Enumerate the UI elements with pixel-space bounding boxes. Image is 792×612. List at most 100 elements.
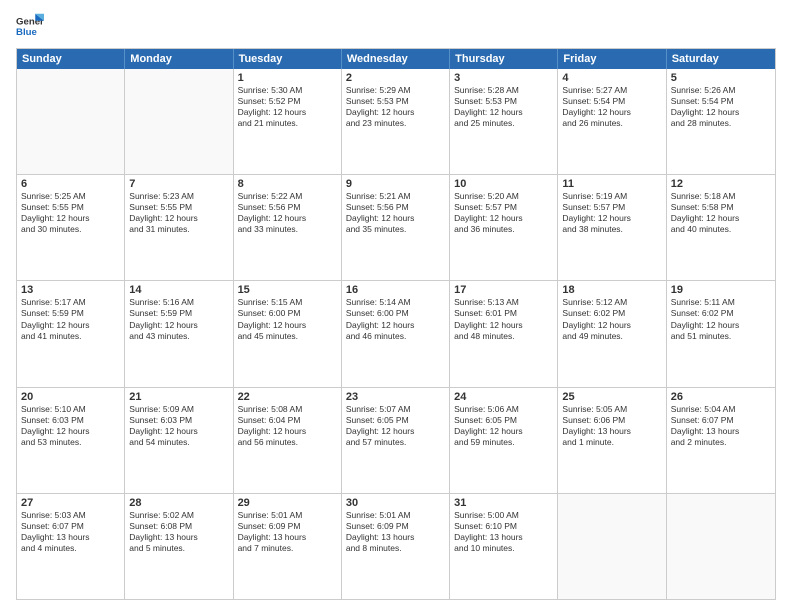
calendar-cell: 10Sunrise: 5:20 AM Sunset: 5:57 PM Dayli… bbox=[450, 175, 558, 280]
day-details: Sunrise: 5:11 AM Sunset: 6:02 PM Dayligh… bbox=[671, 297, 771, 341]
day-number: 19 bbox=[671, 284, 771, 296]
day-details: Sunrise: 5:18 AM Sunset: 5:58 PM Dayligh… bbox=[671, 191, 771, 235]
day-details: Sunrise: 5:19 AM Sunset: 5:57 PM Dayligh… bbox=[562, 191, 661, 235]
calendar-cell: 8Sunrise: 5:22 AM Sunset: 5:56 PM Daylig… bbox=[234, 175, 342, 280]
day-number: 4 bbox=[562, 72, 661, 84]
weekday-header: Tuesday bbox=[234, 49, 342, 69]
calendar-cell: 23Sunrise: 5:07 AM Sunset: 6:05 PM Dayli… bbox=[342, 388, 450, 493]
logo-icon: General Blue bbox=[16, 12, 44, 40]
day-number: 31 bbox=[454, 497, 553, 509]
calendar-cell bbox=[125, 69, 233, 174]
calendar-cell: 24Sunrise: 5:06 AM Sunset: 6:05 PM Dayli… bbox=[450, 388, 558, 493]
calendar-cell: 26Sunrise: 5:04 AM Sunset: 6:07 PM Dayli… bbox=[667, 388, 775, 493]
day-details: Sunrise: 5:10 AM Sunset: 6:03 PM Dayligh… bbox=[21, 404, 120, 448]
day-number: 24 bbox=[454, 391, 553, 403]
calendar-cell: 28Sunrise: 5:02 AM Sunset: 6:08 PM Dayli… bbox=[125, 494, 233, 599]
day-number: 29 bbox=[238, 497, 337, 509]
day-number: 1 bbox=[238, 72, 337, 84]
calendar-cell: 21Sunrise: 5:09 AM Sunset: 6:03 PM Dayli… bbox=[125, 388, 233, 493]
calendar-cell: 4Sunrise: 5:27 AM Sunset: 5:54 PM Daylig… bbox=[558, 69, 666, 174]
day-number: 13 bbox=[21, 284, 120, 296]
calendar-cell: 29Sunrise: 5:01 AM Sunset: 6:09 PM Dayli… bbox=[234, 494, 342, 599]
calendar-cell bbox=[558, 494, 666, 599]
day-details: Sunrise: 5:05 AM Sunset: 6:06 PM Dayligh… bbox=[562, 404, 661, 448]
day-number: 27 bbox=[21, 497, 120, 509]
weekday-header: Thursday bbox=[450, 49, 558, 69]
day-number: 12 bbox=[671, 178, 771, 190]
day-number: 21 bbox=[129, 391, 228, 403]
calendar-row: 27Sunrise: 5:03 AM Sunset: 6:07 PM Dayli… bbox=[17, 493, 775, 599]
header: General Blue bbox=[16, 12, 776, 40]
calendar-cell: 20Sunrise: 5:10 AM Sunset: 6:03 PM Dayli… bbox=[17, 388, 125, 493]
calendar-row: 13Sunrise: 5:17 AM Sunset: 5:59 PM Dayli… bbox=[17, 280, 775, 386]
calendar-cell: 17Sunrise: 5:13 AM Sunset: 6:01 PM Dayli… bbox=[450, 281, 558, 386]
day-details: Sunrise: 5:00 AM Sunset: 6:10 PM Dayligh… bbox=[454, 510, 553, 554]
day-number: 7 bbox=[129, 178, 228, 190]
day-details: Sunrise: 5:03 AM Sunset: 6:07 PM Dayligh… bbox=[21, 510, 120, 554]
day-details: Sunrise: 5:28 AM Sunset: 5:53 PM Dayligh… bbox=[454, 85, 553, 129]
calendar-cell: 12Sunrise: 5:18 AM Sunset: 5:58 PM Dayli… bbox=[667, 175, 775, 280]
day-details: Sunrise: 5:22 AM Sunset: 5:56 PM Dayligh… bbox=[238, 191, 337, 235]
calendar-header: SundayMondayTuesdayWednesdayThursdayFrid… bbox=[17, 49, 775, 69]
calendar-cell: 27Sunrise: 5:03 AM Sunset: 6:07 PM Dayli… bbox=[17, 494, 125, 599]
calendar-cell: 5Sunrise: 5:26 AM Sunset: 5:54 PM Daylig… bbox=[667, 69, 775, 174]
day-details: Sunrise: 5:13 AM Sunset: 6:01 PM Dayligh… bbox=[454, 297, 553, 341]
day-details: Sunrise: 5:14 AM Sunset: 6:00 PM Dayligh… bbox=[346, 297, 445, 341]
calendar-cell: 1Sunrise: 5:30 AM Sunset: 5:52 PM Daylig… bbox=[234, 69, 342, 174]
calendar-cell: 31Sunrise: 5:00 AM Sunset: 6:10 PM Dayli… bbox=[450, 494, 558, 599]
day-details: Sunrise: 5:23 AM Sunset: 5:55 PM Dayligh… bbox=[129, 191, 228, 235]
calendar-row: 20Sunrise: 5:10 AM Sunset: 6:03 PM Dayli… bbox=[17, 387, 775, 493]
day-details: Sunrise: 5:04 AM Sunset: 6:07 PM Dayligh… bbox=[671, 404, 771, 448]
day-number: 28 bbox=[129, 497, 228, 509]
day-number: 16 bbox=[346, 284, 445, 296]
day-number: 25 bbox=[562, 391, 661, 403]
weekday-header: Friday bbox=[558, 49, 666, 69]
day-number: 30 bbox=[346, 497, 445, 509]
weekday-header: Monday bbox=[125, 49, 233, 69]
day-details: Sunrise: 5:27 AM Sunset: 5:54 PM Dayligh… bbox=[562, 85, 661, 129]
day-details: Sunrise: 5:06 AM Sunset: 6:05 PM Dayligh… bbox=[454, 404, 553, 448]
calendar-cell bbox=[667, 494, 775, 599]
day-number: 23 bbox=[346, 391, 445, 403]
day-details: Sunrise: 5:08 AM Sunset: 6:04 PM Dayligh… bbox=[238, 404, 337, 448]
calendar-cell: 18Sunrise: 5:12 AM Sunset: 6:02 PM Dayli… bbox=[558, 281, 666, 386]
day-details: Sunrise: 5:30 AM Sunset: 5:52 PM Dayligh… bbox=[238, 85, 337, 129]
day-number: 15 bbox=[238, 284, 337, 296]
calendar-cell: 19Sunrise: 5:11 AM Sunset: 6:02 PM Dayli… bbox=[667, 281, 775, 386]
day-number: 17 bbox=[454, 284, 553, 296]
calendar-cell: 16Sunrise: 5:14 AM Sunset: 6:00 PM Dayli… bbox=[342, 281, 450, 386]
day-number: 11 bbox=[562, 178, 661, 190]
day-details: Sunrise: 5:21 AM Sunset: 5:56 PM Dayligh… bbox=[346, 191, 445, 235]
day-number: 26 bbox=[671, 391, 771, 403]
day-details: Sunrise: 5:12 AM Sunset: 6:02 PM Dayligh… bbox=[562, 297, 661, 341]
day-number: 5 bbox=[671, 72, 771, 84]
calendar-cell: 9Sunrise: 5:21 AM Sunset: 5:56 PM Daylig… bbox=[342, 175, 450, 280]
svg-text:Blue: Blue bbox=[16, 27, 37, 38]
day-number: 2 bbox=[346, 72, 445, 84]
calendar-cell: 22Sunrise: 5:08 AM Sunset: 6:04 PM Dayli… bbox=[234, 388, 342, 493]
day-details: Sunrise: 5:07 AM Sunset: 6:05 PM Dayligh… bbox=[346, 404, 445, 448]
page: General Blue SundayMondayTuesdayWednesda… bbox=[0, 0, 792, 612]
calendar-cell: 30Sunrise: 5:01 AM Sunset: 6:09 PM Dayli… bbox=[342, 494, 450, 599]
calendar-cell: 7Sunrise: 5:23 AM Sunset: 5:55 PM Daylig… bbox=[125, 175, 233, 280]
calendar-cell bbox=[17, 69, 125, 174]
day-number: 18 bbox=[562, 284, 661, 296]
day-details: Sunrise: 5:20 AM Sunset: 5:57 PM Dayligh… bbox=[454, 191, 553, 235]
day-details: Sunrise: 5:16 AM Sunset: 5:59 PM Dayligh… bbox=[129, 297, 228, 341]
calendar-cell: 3Sunrise: 5:28 AM Sunset: 5:53 PM Daylig… bbox=[450, 69, 558, 174]
weekday-header: Saturday bbox=[667, 49, 775, 69]
day-number: 22 bbox=[238, 391, 337, 403]
logo: General Blue bbox=[16, 12, 44, 40]
day-number: 9 bbox=[346, 178, 445, 190]
day-number: 20 bbox=[21, 391, 120, 403]
day-details: Sunrise: 5:02 AM Sunset: 6:08 PM Dayligh… bbox=[129, 510, 228, 554]
day-details: Sunrise: 5:01 AM Sunset: 6:09 PM Dayligh… bbox=[346, 510, 445, 554]
day-number: 10 bbox=[454, 178, 553, 190]
calendar-cell: 11Sunrise: 5:19 AM Sunset: 5:57 PM Dayli… bbox=[558, 175, 666, 280]
calendar-body: 1Sunrise: 5:30 AM Sunset: 5:52 PM Daylig… bbox=[17, 69, 775, 599]
day-details: Sunrise: 5:17 AM Sunset: 5:59 PM Dayligh… bbox=[21, 297, 120, 341]
calendar-cell: 14Sunrise: 5:16 AM Sunset: 5:59 PM Dayli… bbox=[125, 281, 233, 386]
day-details: Sunrise: 5:09 AM Sunset: 6:03 PM Dayligh… bbox=[129, 404, 228, 448]
day-details: Sunrise: 5:29 AM Sunset: 5:53 PM Dayligh… bbox=[346, 85, 445, 129]
day-number: 8 bbox=[238, 178, 337, 190]
